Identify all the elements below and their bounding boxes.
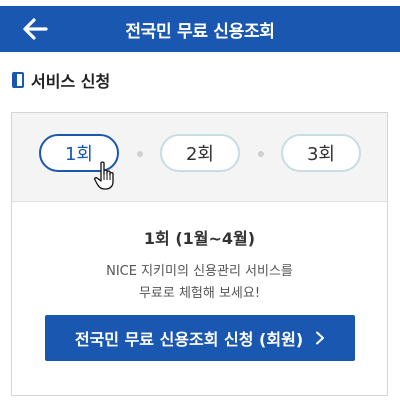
round-title: 1회 (1월~4월) bbox=[143, 229, 256, 248]
section-title: 서비스 신청 bbox=[31, 72, 111, 91]
back-arrow-icon[interactable] bbox=[22, 17, 48, 41]
tab-round-2[interactable]: 2회 bbox=[160, 134, 240, 172]
book-icon bbox=[12, 72, 24, 88]
description-line-2: 무료로 체험해 보세요! bbox=[138, 286, 261, 301]
tab-separator-dot bbox=[137, 151, 143, 157]
round-tabs: 1회 2회 3회 bbox=[12, 113, 387, 202]
page-title: 전국민 무료 신용조회 bbox=[125, 21, 275, 42]
hand-cursor-icon bbox=[94, 161, 114, 190]
section-heading: 서비스 신청 bbox=[12, 68, 110, 92]
app-header: 전국민 무료 신용조회 bbox=[0, 6, 400, 52]
tab-round-3[interactable]: 3회 bbox=[281, 134, 361, 172]
apply-button-label: 전국민 무료 신용조회 신청 (회원) bbox=[74, 330, 304, 349]
chevron-right-icon bbox=[316, 331, 325, 345]
round-description: NICE 지키미의 신용관리 서비스를 무료로 체험해 보세요! bbox=[12, 261, 387, 305]
service-card: 1회 2회 3회 1회 (1월~4월) NICE 지키미의 신용관리 서비스를 … bbox=[11, 112, 388, 396]
description-line-1: NICE 지키미의 신용관리 서비스를 bbox=[106, 264, 293, 279]
apply-credit-check-button[interactable]: 전국민 무료 신용조회 신청 (회원) bbox=[45, 315, 355, 361]
tab-separator-dot bbox=[258, 151, 264, 157]
